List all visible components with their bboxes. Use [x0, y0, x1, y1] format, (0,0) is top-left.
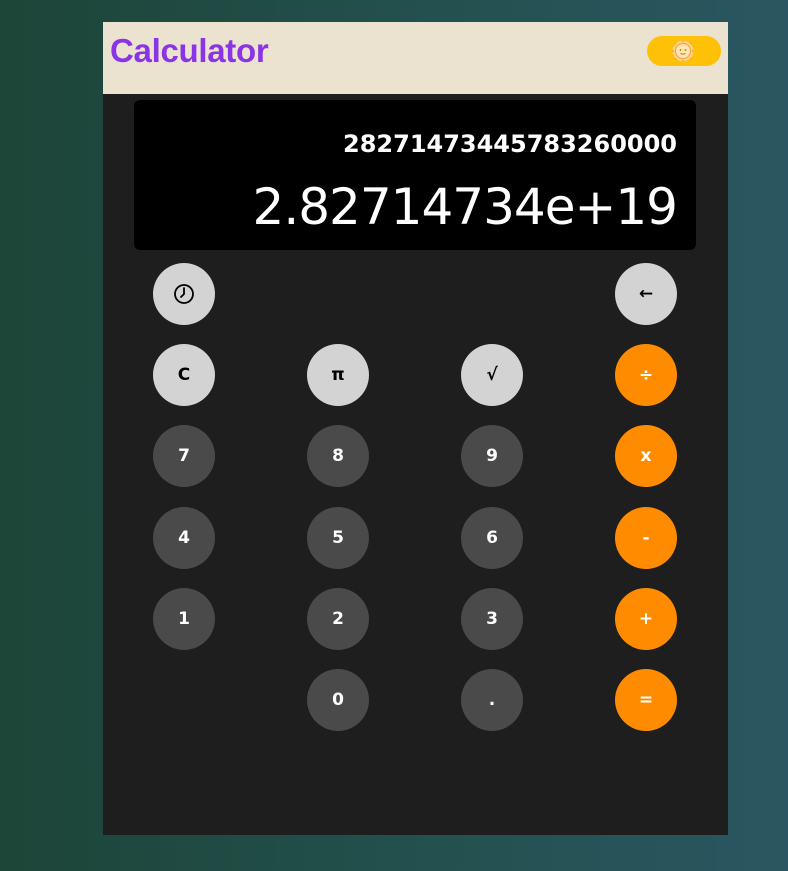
add-button[interactable]: +	[615, 588, 677, 650]
subtract-button[interactable]: -	[615, 507, 677, 569]
history-clock-icon	[174, 284, 194, 304]
digit-3-button[interactable]: 3	[461, 588, 523, 650]
sun-icon	[672, 40, 694, 62]
digit-9-button[interactable]: 9	[461, 425, 523, 487]
digit-4-button[interactable]: 4	[153, 507, 215, 569]
multiply-button[interactable]: x	[615, 425, 677, 487]
header: Calculator	[103, 22, 728, 94]
digit-5-button[interactable]: 5	[307, 507, 369, 569]
clear-button[interactable]: C	[153, 344, 215, 406]
sqrt-button[interactable]: √	[461, 344, 523, 406]
digit-7-button[interactable]: 7	[153, 425, 215, 487]
app-title: Calculator	[110, 32, 269, 69]
digit-2-button[interactable]: 2	[307, 588, 369, 650]
result-display: 2.82714734e+19	[252, 178, 678, 236]
digit-8-button[interactable]: 8	[307, 425, 369, 487]
calculator-app: Calculator 28271473445783260000 2.827147…	[103, 22, 728, 835]
calculator-display: 28271473445783260000 2.82714734e+19	[134, 100, 696, 250]
digit-0-button[interactable]: 0	[307, 669, 369, 731]
equals-button[interactable]: =	[615, 669, 677, 731]
divide-button[interactable]: ÷	[615, 344, 677, 406]
decimal-button[interactable]: .	[461, 669, 523, 731]
backspace-button[interactable]: ←	[615, 263, 677, 325]
pi-button[interactable]: π	[307, 344, 369, 406]
expression-display: 28271473445783260000	[343, 130, 677, 158]
digit-1-button[interactable]: 1	[153, 588, 215, 650]
digit-6-button[interactable]: 6	[461, 507, 523, 569]
theme-toggle[interactable]	[647, 36, 721, 66]
history-button[interactable]	[153, 263, 215, 325]
